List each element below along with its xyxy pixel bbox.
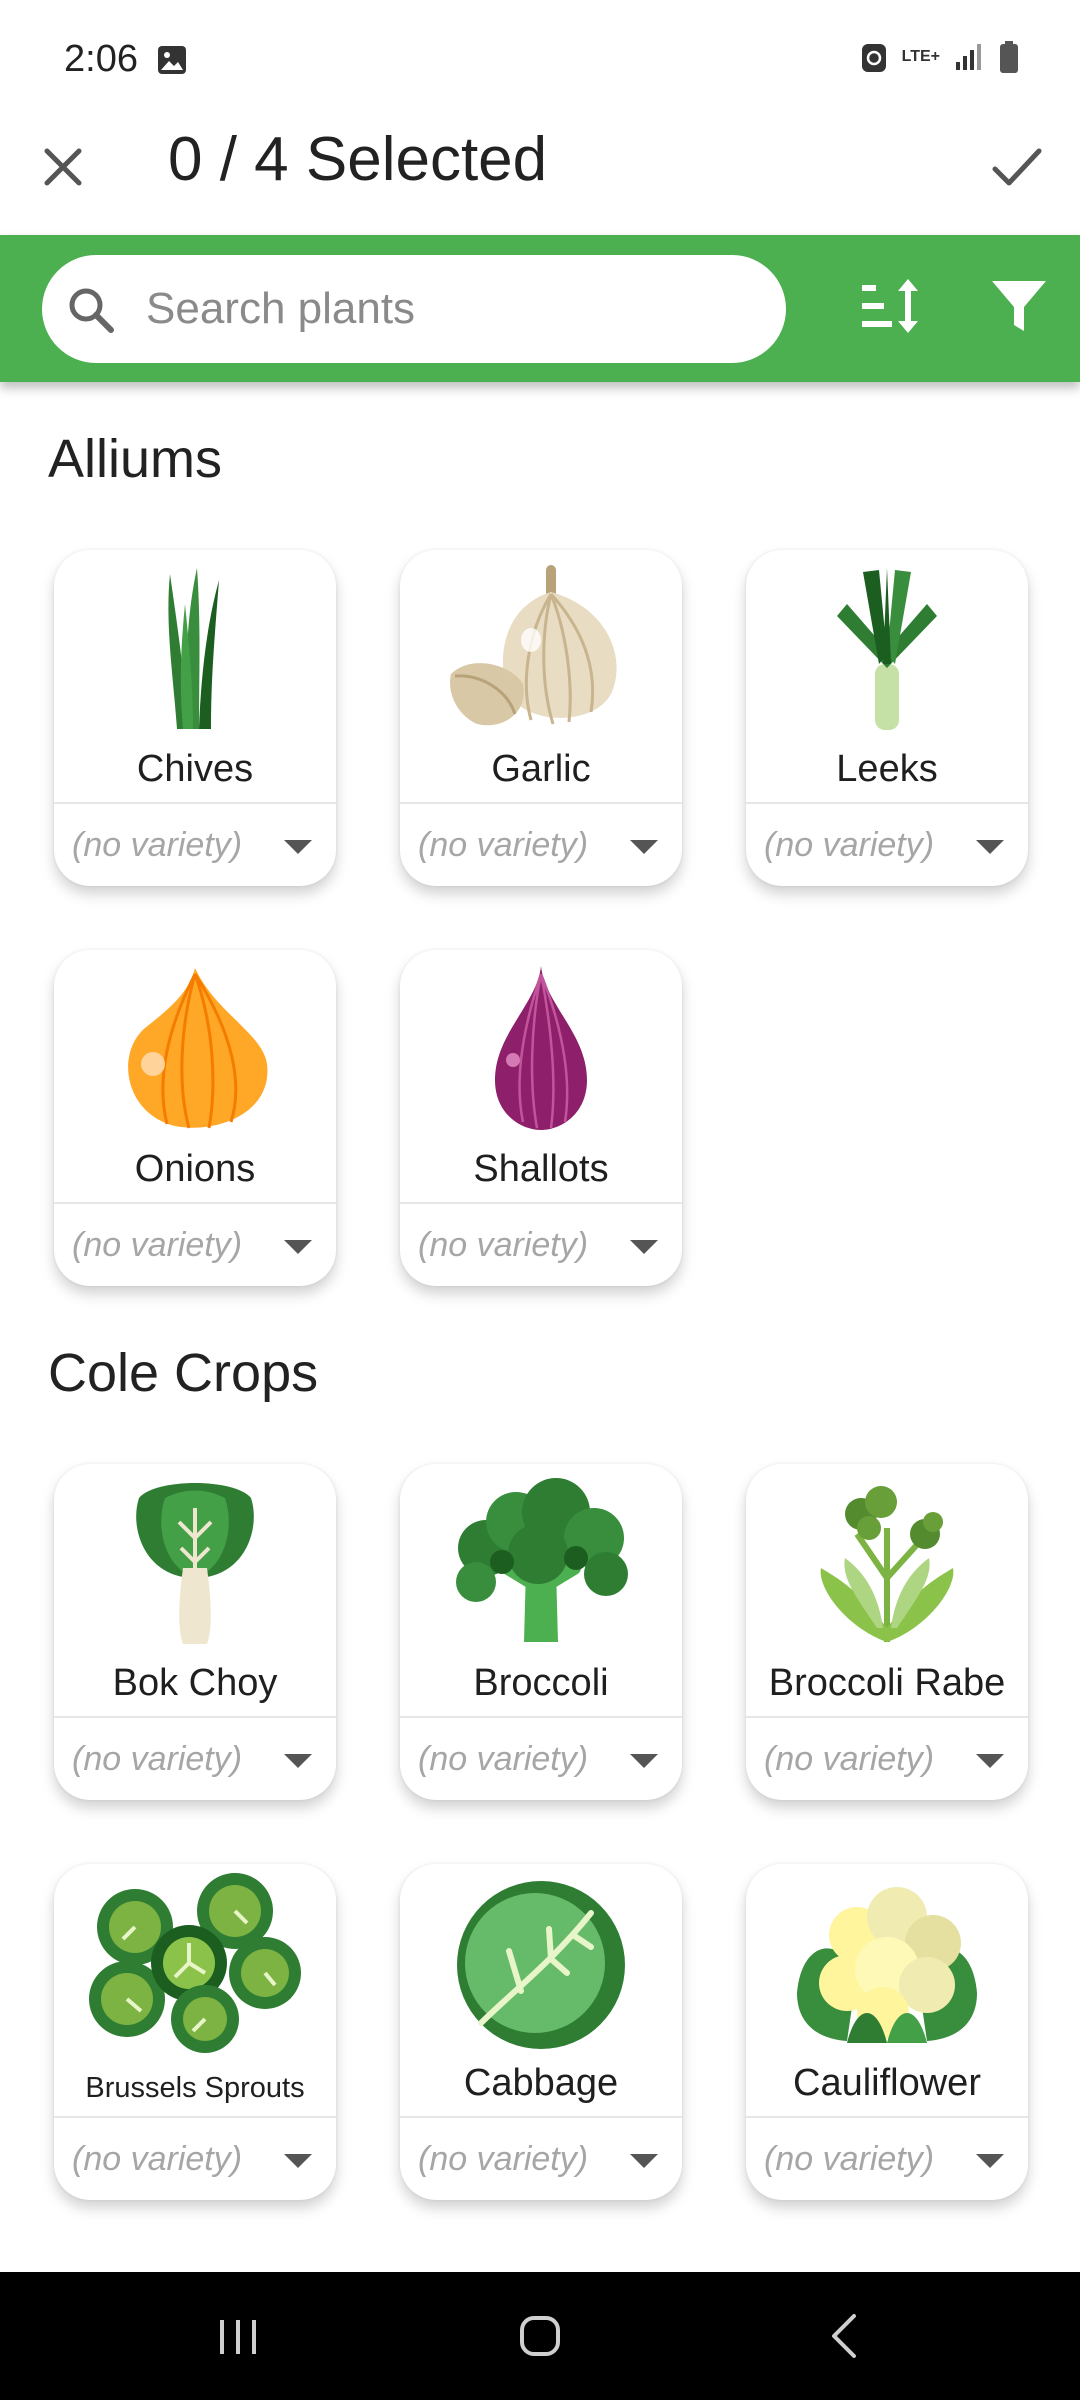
broccoli-icon (456, 1478, 628, 1642)
variety-value: (no variety) (418, 826, 589, 864)
back-icon[interactable] (816, 2306, 876, 2366)
plant-card-onions[interactable]: Onions (no variety) (54, 950, 336, 1286)
close-button[interactable] (30, 134, 96, 200)
variety-dropdown[interactable]: (no variety) (400, 1718, 682, 1800)
variety-dropdown[interactable]: (no variety) (54, 804, 336, 886)
chevron-down-icon (284, 1240, 312, 1254)
filter-icon[interactable] (984, 271, 1054, 341)
bok-choy-icon (136, 1483, 254, 1644)
cabbage-icon (457, 1881, 625, 2049)
status-time: 2:06 (64, 38, 138, 80)
variety-dropdown[interactable]: (no variety) (746, 1718, 1028, 1800)
variety-value: (no variety) (72, 2140, 243, 2178)
variety-dropdown[interactable]: (no variety) (400, 804, 682, 886)
garlic-icon (450, 565, 617, 726)
plant-card-leeks[interactable]: Leeks (no variety) (746, 550, 1028, 886)
variety-value: (no variety) (72, 826, 243, 864)
cauliflower-icon (797, 1887, 977, 2043)
home-icon[interactable] (510, 2306, 570, 2366)
variety-value: (no variety) (764, 1740, 935, 1778)
plant-card-broccoli[interactable]: Broccoli (no variety) (400, 1464, 682, 1800)
plant-card-bok-choy[interactable]: Bok Choy (no variety) (54, 1464, 336, 1800)
plant-card-cauliflower[interactable]: Cauliflower (no variety) (746, 1864, 1028, 2200)
plant-name: Chives (136, 748, 254, 790)
chevron-down-icon (976, 1754, 1004, 1768)
plant-name: Cabbage (463, 2062, 619, 2104)
chevron-down-icon (284, 840, 312, 854)
plant-card-chives[interactable]: Chives (no variety) (54, 550, 336, 886)
variety-dropdown[interactable]: (no variety) (54, 1204, 336, 1286)
chevron-down-icon (630, 2154, 658, 2168)
search-toolbar (0, 235, 1080, 382)
chevron-down-icon (630, 1754, 658, 1768)
search-field[interactable] (42, 255, 786, 363)
recent-apps-icon[interactable] (208, 2306, 268, 2366)
chevron-down-icon (976, 840, 1004, 854)
plant-card-cabbage[interactable]: Cabbage (no variety) (400, 1864, 682, 2200)
section-title-alliums: Alliums (48, 429, 223, 489)
plant-name: Bok Choy (112, 1662, 278, 1704)
variety-dropdown[interactable]: (no variety) (54, 2118, 336, 2200)
shallot-icon (495, 966, 587, 1130)
status-bar: 2:06 LTE+ (0, 0, 1080, 120)
leeks-icon (837, 568, 937, 730)
image-notification-icon (158, 46, 186, 74)
network-type-label: LTE+ (901, 48, 940, 65)
status-icons: LTE+ (860, 40, 1020, 74)
chevron-down-icon (976, 2154, 1004, 2168)
variety-value: (no variety) (418, 1740, 589, 1778)
search-icon (69, 288, 114, 333)
plant-name: Broccoli (473, 1662, 609, 1704)
chevron-down-icon (630, 840, 658, 854)
variety-dropdown[interactable]: (no variety) (400, 1204, 682, 1286)
variety-dropdown[interactable]: (no variety) (746, 804, 1028, 886)
variety-value: (no variety) (72, 1226, 243, 1264)
chevron-down-icon (284, 2154, 312, 2168)
sort-icon[interactable] (856, 271, 926, 341)
chevron-down-icon (284, 1754, 312, 1768)
brussels-sprouts-icon (89, 1873, 301, 2053)
selection-count-title: 0 / 4 Selected (168, 125, 548, 194)
search-input[interactable] (146, 255, 746, 363)
plant-name: Onions (134, 1148, 256, 1190)
variety-value: (no variety) (418, 1226, 589, 1264)
onion-icon (128, 968, 268, 1129)
close-icon (44, 148, 82, 186)
plant-name: Leeks (836, 748, 938, 790)
data-saver-icon (861, 44, 886, 72)
system-navigation-bar (0, 2272, 1080, 2400)
variety-value: (no variety) (764, 2140, 935, 2178)
check-icon (992, 148, 1042, 186)
chives-icon (168, 568, 219, 729)
app-bar: 0 / 4 Selected (0, 120, 1080, 235)
variety-dropdown[interactable]: (no variety) (54, 1718, 336, 1800)
variety-dropdown[interactable]: (no variety) (746, 2118, 1028, 2200)
battery-icon (1000, 41, 1018, 73)
plant-name: Broccoli Rabe (768, 1662, 1006, 1704)
section-title-cole-crops: Cole Crops (48, 1343, 319, 1403)
variety-value: (no variety) (418, 2140, 589, 2178)
plant-name: Shallots (473, 1148, 609, 1190)
chevron-down-icon (630, 1240, 658, 1254)
plant-card-garlic[interactable]: Garlic (no variety) (400, 550, 682, 886)
variety-dropdown[interactable]: (no variety) (400, 2118, 682, 2200)
confirm-button[interactable] (984, 134, 1050, 200)
plant-name: Cauliflower (793, 2062, 981, 2104)
broccoli-rabe-icon (820, 1486, 954, 1642)
variety-value: (no variety) (764, 826, 935, 864)
signal-icon (956, 44, 981, 70)
plant-card-shallots[interactable]: Shallots (no variety) (400, 950, 682, 1286)
plant-card-broccoli-rabe[interactable]: Broccoli Rabe (no variety) (746, 1464, 1028, 1800)
plant-name: Garlic (491, 748, 591, 790)
plant-card-brussels-sprouts[interactable]: Brussels Sprouts (no variety) (54, 1864, 336, 2200)
variety-value: (no variety) (72, 1740, 243, 1778)
plant-name: Brussels Sprouts (85, 2072, 305, 2104)
